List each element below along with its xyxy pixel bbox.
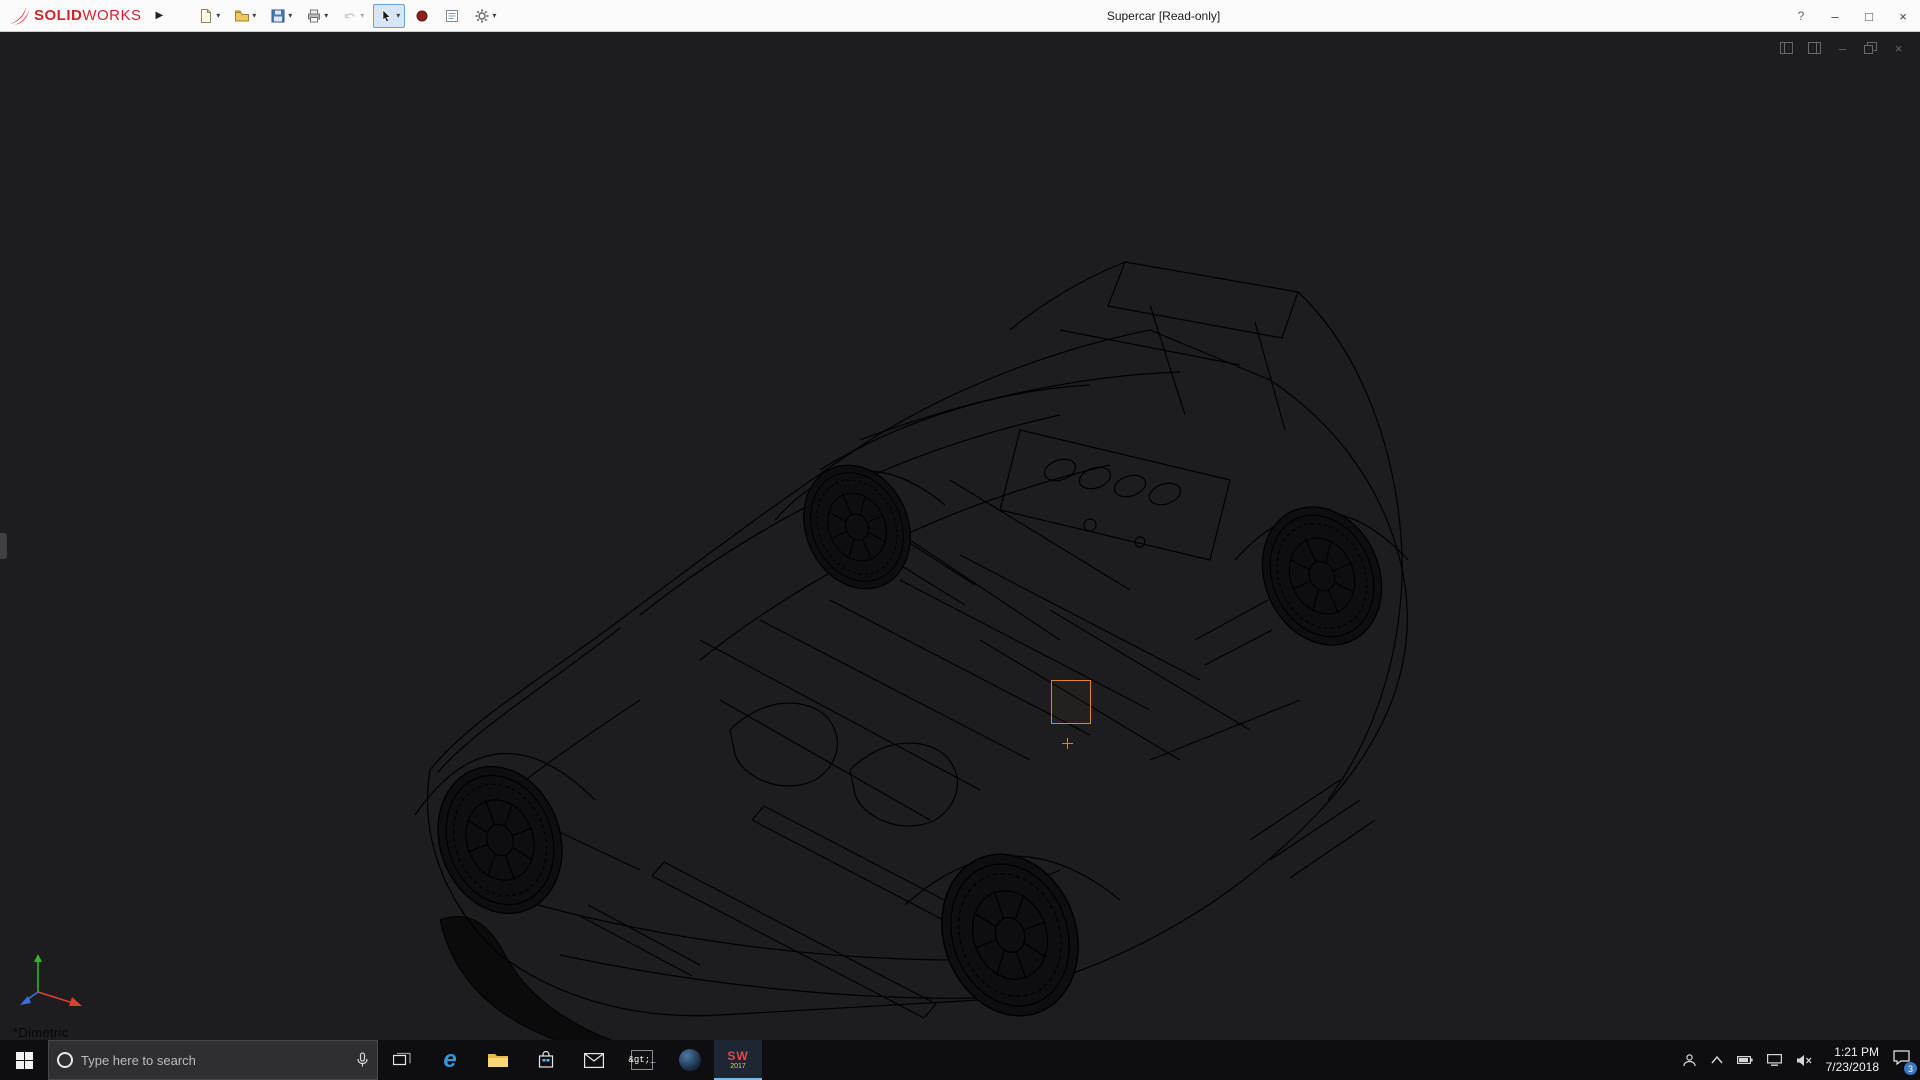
- document-title: Supercar [Read-only]: [1107, 0, 1220, 32]
- solidworks-wordmark: SOLIDWORKS: [34, 7, 142, 24]
- graphics-viewport[interactable]: – × *Dimetric: [0, 32, 1920, 1040]
- select-tool-button[interactable]: ▾: [373, 4, 405, 28]
- task-view-icon: [393, 1052, 411, 1068]
- system-tray: 1:21 PM 7/23/2018 3: [1674, 1040, 1920, 1080]
- clock-time: 1:21 PM: [1826, 1045, 1879, 1060]
- options-dropdown-caret-icon[interactable]: ▾: [492, 11, 496, 20]
- save-dropdown-caret-icon[interactable]: ▾: [288, 11, 292, 20]
- taskbar-search[interactable]: [48, 1040, 378, 1080]
- new-dropdown-caret-icon[interactable]: ▾: [216, 11, 220, 20]
- people-icon[interactable]: [1682, 1053, 1697, 1068]
- file-properties-button[interactable]: [439, 4, 465, 28]
- store-icon: [537, 1051, 555, 1069]
- quick-access-toolbar: ▾ ▾ ▾ ▾: [193, 4, 501, 28]
- open-dropdown-caret-icon[interactable]: ▾: [252, 11, 256, 20]
- open-folder-icon: [234, 8, 250, 24]
- taskbar-clock[interactable]: 1:21 PM 7/23/2018: [1826, 1045, 1879, 1075]
- options-button[interactable]: ▾: [469, 4, 501, 28]
- doc-close-button[interactable]: ×: [1891, 41, 1906, 55]
- volume-muted-icon[interactable]: [1796, 1054, 1812, 1067]
- brand-works: WORKS: [82, 7, 141, 24]
- edge-icon: e: [443, 1048, 456, 1072]
- print-button[interactable]: ▾: [301, 4, 333, 28]
- document-window-controls: – ×: [1779, 41, 1906, 55]
- wheel-rear-right: [1241, 488, 1403, 665]
- action-center-button[interactable]: 3: [1893, 1050, 1910, 1070]
- display-pane-icon[interactable]: [1807, 41, 1822, 55]
- feature-tree-pane-icon[interactable]: [1779, 41, 1794, 55]
- app-titlebar: SOLIDWORKS ▶ ▾ ▾ ▾: [0, 0, 1920, 32]
- wheel-front-right: [784, 448, 929, 606]
- sw-letters: SW: [727, 1050, 748, 1062]
- doc-minimize-button[interactable]: –: [1835, 41, 1850, 55]
- solidworks-logo: SOLIDWORKS: [0, 6, 142, 26]
- macro-record-button[interactable]: [409, 4, 435, 28]
- clock-date: 7/23/2018: [1826, 1060, 1879, 1075]
- sw-year: 2017: [730, 1063, 746, 1070]
- file-explorer-icon: [487, 1051, 509, 1069]
- select-dropdown-caret-icon[interactable]: ▾: [396, 11, 400, 20]
- taskbar-app-solidworks-2017[interactable]: SW 2017: [714, 1040, 762, 1080]
- doc-restore-button[interactable]: [1863, 41, 1878, 55]
- notification-badge: 3: [1904, 1062, 1917, 1075]
- selection-rubber-band: [1051, 680, 1091, 724]
- undo-dropdown-caret-icon[interactable]: ▾: [360, 11, 364, 20]
- file-properties-icon: [444, 8, 460, 24]
- wheel-rear-left: [920, 835, 1100, 1035]
- sphere-app-icon: [679, 1049, 701, 1071]
- windows-taskbar: e &gt;_ SW 2017: [0, 1040, 1920, 1080]
- new-document-icon: [198, 8, 214, 24]
- battery-icon[interactable]: [1737, 1055, 1753, 1065]
- help-button[interactable]: ?: [1784, 0, 1818, 32]
- view-orientation-label: *Dimetric: [13, 1025, 68, 1040]
- maximize-window-button[interactable]: □: [1852, 0, 1886, 32]
- selection-cursor-cross-icon: [1062, 738, 1073, 749]
- hidden-icons-chevron-icon[interactable]: [1711, 1056, 1723, 1064]
- taskbar-app-terminal[interactable]: &gt;_: [618, 1040, 666, 1080]
- search-input[interactable]: [81, 1053, 348, 1068]
- minimize-window-button[interactable]: –: [1818, 0, 1852, 32]
- taskbar-app-edge[interactable]: e: [426, 1040, 474, 1080]
- microphone-icon[interactable]: [356, 1052, 369, 1068]
- collapsed-panel-tab[interactable]: [0, 533, 7, 559]
- mail-icon: [584, 1053, 604, 1068]
- undo-button[interactable]: ▾: [337, 4, 369, 28]
- open-document-button[interactable]: ▾: [229, 4, 261, 28]
- close-window-button[interactable]: ×: [1886, 0, 1920, 32]
- wireframe-car-model: [0, 32, 1920, 1040]
- taskbar-app-file-explorer[interactable]: [474, 1040, 522, 1080]
- new-document-button[interactable]: ▾: [193, 4, 225, 28]
- start-button[interactable]: [0, 1040, 48, 1080]
- network-icon[interactable]: [1767, 1054, 1782, 1066]
- task-view-button[interactable]: [378, 1040, 426, 1080]
- print-icon: [306, 8, 322, 24]
- save-button[interactable]: ▾: [265, 4, 297, 28]
- cortana-icon: [57, 1052, 73, 1068]
- save-floppy-icon: [270, 8, 286, 24]
- brand-solid: SOLID: [34, 7, 82, 24]
- wheel-front-left: [418, 749, 582, 931]
- taskbar-app-solidworks-rx[interactable]: [666, 1040, 714, 1080]
- print-dropdown-caret-icon[interactable]: ▾: [324, 11, 328, 20]
- window-controls: ? – □ ×: [1784, 0, 1920, 32]
- orientation-triad-icon: [18, 950, 88, 1012]
- gear-icon: [474, 8, 490, 24]
- solidworks-2017-icon: SW 2017: [727, 1050, 748, 1070]
- taskbar-app-mail[interactable]: [570, 1040, 618, 1080]
- record-dot-icon: [414, 8, 430, 24]
- taskbar-app-store[interactable]: [522, 1040, 570, 1080]
- solidworks-ds-icon: [8, 6, 30, 26]
- windows-logo-icon: [16, 1052, 33, 1069]
- menu-flyout-arrow-icon[interactable]: ▶: [152, 8, 168, 23]
- undo-arrow-icon: [342, 8, 358, 24]
- select-cursor-icon: [378, 8, 394, 24]
- terminal-icon: &gt;_: [631, 1050, 653, 1070]
